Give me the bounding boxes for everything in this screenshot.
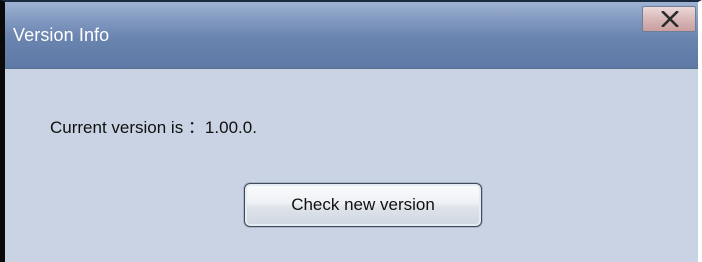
dialog-body: Current version is ：1.00.0. Check new ve… xyxy=(5,69,698,262)
current-version-text: Current version is ：1.00.0. xyxy=(50,118,257,137)
version-info-dialog: Version Info Current version is ：1.00.0.… xyxy=(0,0,702,262)
close-x-icon xyxy=(661,11,679,27)
title-bar[interactable]: Version Info xyxy=(5,2,698,69)
close-button[interactable] xyxy=(642,6,696,32)
check-new-version-button[interactable]: Check new version xyxy=(244,183,482,227)
window-title: Version Info xyxy=(13,25,110,45)
